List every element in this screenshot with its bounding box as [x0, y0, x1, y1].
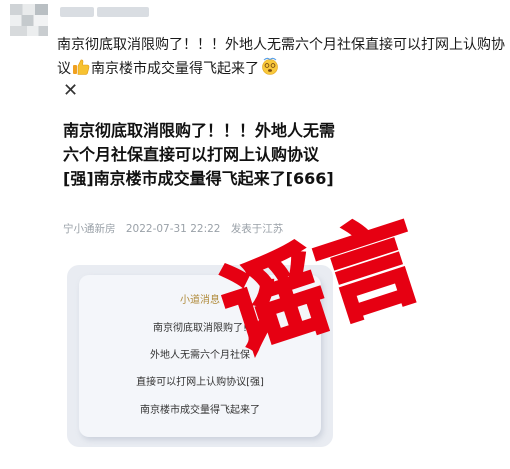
message-image: 小道消息 南京彻底取消限购了! 外地人无需六个月社保 直接可以打网上认购协议[强…	[67, 265, 333, 447]
message-header: 小道消息	[180, 295, 220, 306]
thumbs-up-icon	[73, 59, 90, 75]
article-meta: 宁小通新房 2022-07-31 22:22 发表于江苏	[63, 221, 343, 236]
post-text: 南京彻底取消限购了！！！外地人无需六个月社保直接可以打网上认购协议 南京楼市成交…	[57, 34, 507, 81]
message-line: 南京楼市成交量得飞起来了	[140, 405, 260, 416]
message-line: 外地人无需六个月社保	[150, 350, 250, 361]
username-blurred[interactable]	[60, 7, 180, 19]
article-date: 2022-07-31 22:22	[125, 223, 221, 235]
article-source[interactable]: 宁小通新房	[63, 223, 116, 235]
article-title: 南京彻底取消限购了！！！外地人无需六个月社保直接可以打网上认购协议[强]南京楼市…	[63, 121, 336, 188]
article-card[interactable]: ✕ 南京彻底取消限购了！！！外地人无需六个月社保直接可以打网上认购协议[强]南京…	[53, 75, 347, 464]
close-icon[interactable]: ✕	[63, 82, 78, 100]
article-location: 发表于江苏	[230, 223, 284, 235]
message-bubble: 小道消息 南京彻底取消限购了! 外地人无需六个月社保 直接可以打网上认购协议[强…	[79, 275, 321, 437]
message-line: 南京彻底取消限购了!	[152, 323, 247, 334]
message-line: 直接可以打网上认购协议[强]	[136, 377, 264, 388]
dizzy-face-icon	[262, 57, 278, 75]
avatar[interactable]	[10, 4, 48, 36]
